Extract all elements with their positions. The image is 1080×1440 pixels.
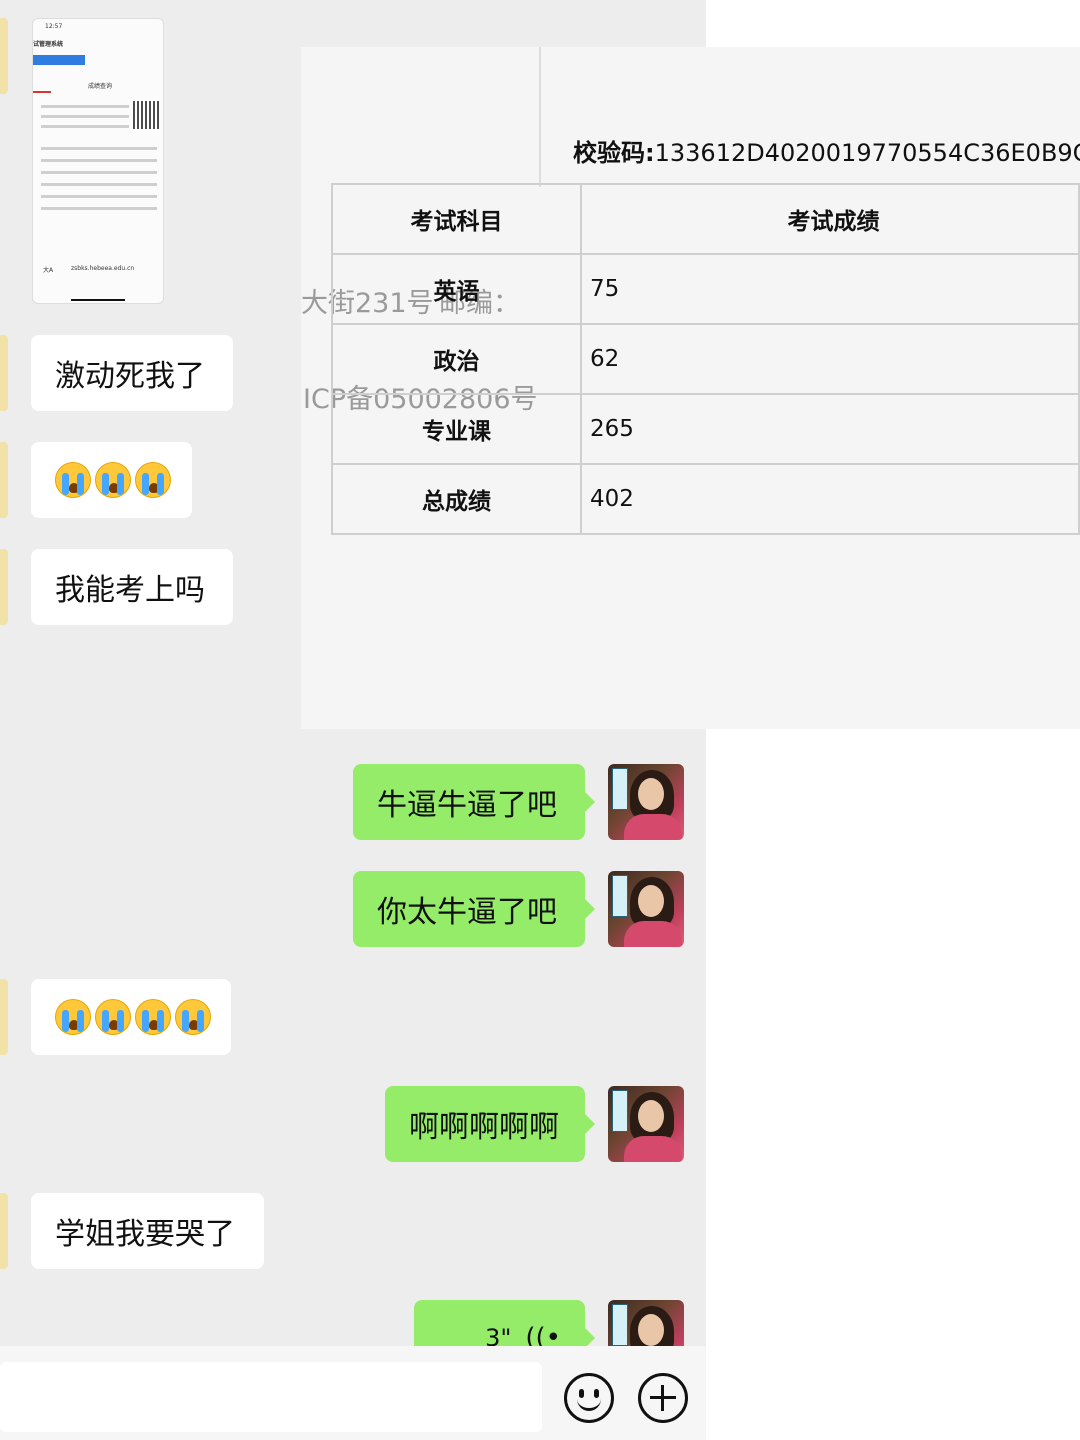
outgoing-message[interactable]: 啊啊啊啊啊	[385, 1086, 595, 1162]
loudly-crying-emoji-icon	[135, 462, 171, 498]
message-input[interactable]	[0, 1362, 542, 1432]
thumb-line	[41, 159, 157, 162]
incoming-message[interactable]: 我能考上吗	[31, 549, 233, 625]
thumb-line	[41, 125, 129, 128]
thumb-time: 12:57	[45, 23, 63, 30]
table-row: 政治 62	[331, 323, 1080, 395]
contact-avatar[interactable]	[0, 335, 8, 411]
score-table: 考试科目 考试成绩 英语 75 政治 62 专业课 265 总成绩 402	[331, 183, 1080, 535]
subject-cell: 英语	[331, 253, 582, 325]
loudly-crying-emoji-icon	[135, 999, 171, 1035]
thumb-line	[41, 115, 129, 118]
my-avatar[interactable]	[608, 871, 684, 947]
thumb-blue-bar	[33, 55, 85, 65]
header-subject: 考试科目	[331, 183, 582, 255]
message-text: 我能考上吗	[55, 573, 205, 608]
contact-avatar[interactable]	[0, 979, 8, 1055]
check-code-label: 校验码:	[573, 139, 655, 167]
score-report-overlay: 校验码:133612D4020019770554C36E0B9CB5 大街231…	[301, 47, 1080, 729]
thumb-qr-code-icon	[133, 101, 159, 129]
subject-cell: 专业课	[331, 393, 582, 465]
thumb-line	[41, 147, 157, 150]
thumb-url: zsbks.hebeea.edu.cn	[71, 265, 135, 272]
thumb-home-indicator	[71, 299, 125, 301]
subject-cell: 政治	[331, 323, 582, 395]
contact-avatar[interactable]	[0, 18, 8, 94]
message-text: 学姐我要哭了	[55, 1217, 235, 1252]
contact-avatar[interactable]	[0, 549, 8, 625]
table-row: 英语 75	[331, 253, 1080, 325]
score-cell: 75	[579, 253, 1080, 325]
incoming-message[interactable]: 学姐我要哭了	[31, 1193, 264, 1269]
loudly-crying-emoji-icon	[55, 462, 91, 498]
shared-screenshot-thumbnail[interactable]: 12:57 试管理系统 成绩查询 大A zsbks.hebeea.edu.cn	[32, 18, 164, 304]
loudly-crying-emoji-icon	[95, 999, 131, 1035]
emoji-row	[55, 462, 171, 498]
table-header-row: 考试科目 考试成绩	[331, 183, 1080, 255]
message-text: 你太牛逼了吧	[377, 895, 557, 930]
loudly-crying-emoji-icon	[95, 462, 131, 498]
thumb-system-title: 试管理系统	[33, 41, 64, 48]
thumb-aa: 大A	[43, 267, 54, 274]
incoming-message[interactable]	[31, 442, 192, 518]
message-text: 啊啊啊啊啊	[409, 1110, 559, 1145]
table-row: 总成绩 402	[331, 463, 1080, 535]
divider	[539, 47, 541, 187]
outgoing-message[interactable]: 牛逼牛逼了吧	[353, 764, 595, 840]
outgoing-message[interactable]: 你太牛逼了吧	[353, 871, 595, 947]
loudly-crying-emoji-icon	[175, 999, 211, 1035]
thumb-line	[41, 207, 157, 210]
incoming-message[interactable]	[31, 979, 231, 1055]
thumb-heading: 成绩查询	[88, 83, 113, 90]
loudly-crying-emoji-icon	[55, 999, 91, 1035]
thumb-line	[41, 105, 129, 108]
score-cell: 265	[579, 393, 1080, 465]
check-code: 校验码:133612D4020019770554C36E0B9CB5	[573, 133, 1080, 168]
my-avatar[interactable]	[608, 1086, 684, 1162]
plus-circle-icon[interactable]	[638, 1373, 688, 1423]
header-score: 考试成绩	[579, 183, 1080, 255]
score-cell: 402	[579, 463, 1080, 535]
table-row: 专业课 265	[331, 393, 1080, 465]
score-cell: 62	[579, 323, 1080, 395]
message-text: 牛逼牛逼了吧	[377, 788, 557, 823]
contact-avatar[interactable]	[0, 442, 8, 518]
thumb-line	[41, 183, 157, 186]
thumb-line	[41, 195, 157, 198]
message-text: 激动死我了	[55, 359, 205, 394]
thumb-red-underline	[33, 91, 51, 93]
contact-avatar[interactable]	[0, 1193, 8, 1269]
thumb-line	[41, 171, 157, 174]
emoji-row	[55, 999, 211, 1035]
incoming-message[interactable]: 激动死我了	[31, 335, 233, 411]
check-code-value: 133612D4020019770554C36E0B9CB5	[654, 139, 1080, 167]
smiley-icon[interactable]	[564, 1373, 614, 1423]
my-avatar[interactable]	[608, 764, 684, 840]
subject-cell: 总成绩	[331, 463, 582, 535]
